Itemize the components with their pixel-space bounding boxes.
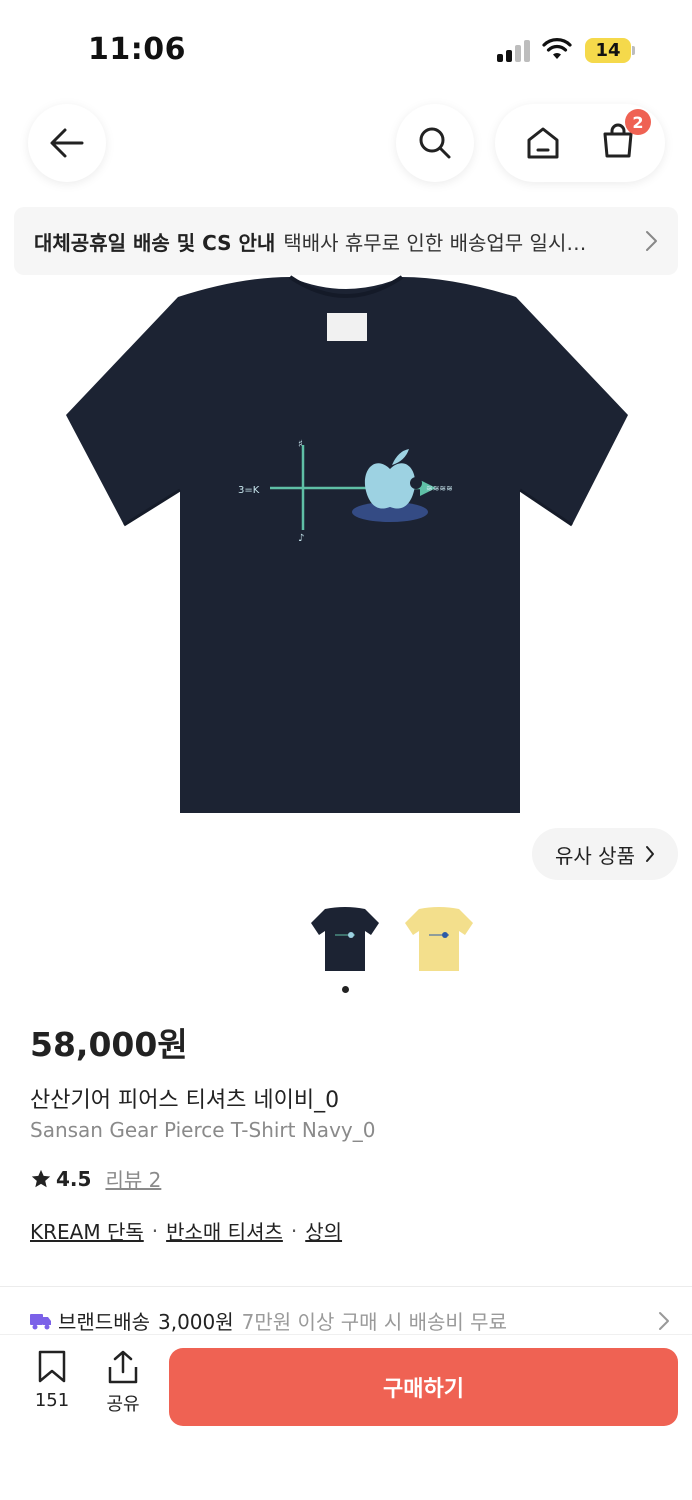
rating-value: 4.5: [56, 1166, 92, 1191]
chevron-right-icon: [646, 231, 657, 251]
category-separator: ·: [290, 1218, 298, 1243]
product-image[interactable]: 3=K ♯ ♪ ≋≋≋≋: [60, 275, 632, 820]
shipping-info-row[interactable]: 브랜드배송 3,000원 7만원 이상 구매 시 배송비 무료: [30, 1306, 670, 1335]
signal-icon: [497, 40, 530, 62]
chevron-right-icon: [659, 1311, 669, 1330]
product-name-korean: 산산기어 피어스 티셔츠 네이비_0: [30, 1088, 340, 1113]
shipping-fee: 3,000원: [158, 1310, 234, 1334]
product-price: 58,000원: [30, 1025, 188, 1064]
carousel-indicator-dot: [342, 986, 349, 993]
back-arrow-icon: [50, 128, 84, 158]
home-icon[interactable]: [525, 126, 561, 160]
notice-text: 택배사 휴무로 인한 배송업무 일시…: [283, 230, 587, 255]
thumbnail-navy[interactable]: [306, 900, 384, 978]
thumbnail-yellow[interactable]: [400, 900, 478, 978]
product-name-english: Sansan Gear Pierce T-Shirt Navy_0: [30, 1118, 376, 1142]
similar-products-button[interactable]: 유사 상품: [532, 828, 678, 880]
buy-button[interactable]: 구매하기: [169, 1348, 678, 1426]
share-icon: [108, 1350, 138, 1384]
share-label: 공유: [106, 1394, 140, 1415]
category-separator: ·: [151, 1218, 159, 1243]
similar-products-label: 유사 상품: [555, 843, 635, 868]
category-short-sleeve-tshirt[interactable]: 반소매 티셔츠: [166, 1216, 283, 1245]
bottom-action-bar: 151 공유 구매하기: [0, 1334, 692, 1500]
notice-title: 대체공휴일 배송 및 CS 안내: [34, 230, 276, 255]
search-button[interactable]: [396, 104, 474, 182]
category-kream-exclusive[interactable]: KREAM 단독: [30, 1216, 144, 1245]
thumbnail-list: [306, 900, 478, 978]
bookmark-icon: [38, 1350, 66, 1383]
battery-cap: [632, 46, 635, 55]
shipping-note: 7만원 이상 구매 시 배송비 무료: [241, 1310, 507, 1334]
battery-indicator: 14: [585, 38, 631, 63]
back-button[interactable]: [28, 104, 106, 182]
bookmark-button[interactable]: 151: [22, 1350, 82, 1411]
status-time: 11:06: [88, 32, 186, 67]
notice-banner[interactable]: 대체공휴일 배송 및 CS 안내 택배사 휴무로 인한 배송업무 일시…: [14, 207, 678, 275]
svg-text:♯: ♯: [298, 439, 303, 450]
category-tops[interactable]: 상의: [305, 1216, 342, 1245]
rating-row: 4.5 리뷰 2: [30, 1164, 161, 1193]
cart-button[interactable]: 2: [601, 109, 651, 163]
shipping-label: 브랜드배송: [58, 1310, 150, 1334]
search-icon: [419, 127, 451, 159]
cart-count-badge: 2: [625, 109, 651, 135]
status-bar: 11:06 14: [0, 0, 692, 100]
share-button[interactable]: 공유: [93, 1350, 153, 1416]
svg-text:♪: ♪: [298, 533, 304, 544]
star-icon: [31, 1169, 51, 1187]
truck-icon: [30, 1313, 51, 1329]
chevron-right-icon: [645, 846, 654, 862]
wifi-icon: [542, 38, 572, 59]
svg-text:≋≋≋≋: ≋≋≋≋: [426, 484, 453, 493]
home-cart-group: 2: [495, 104, 665, 182]
svg-text:3=K: 3=K: [238, 485, 260, 496]
bookmark-count: 151: [34, 1390, 70, 1411]
review-link[interactable]: 리뷰 2: [105, 1164, 161, 1193]
category-breadcrumb: KREAM 단독 · 반소매 티셔츠 · 상의: [30, 1216, 342, 1245]
section-divider: [0, 1286, 692, 1287]
